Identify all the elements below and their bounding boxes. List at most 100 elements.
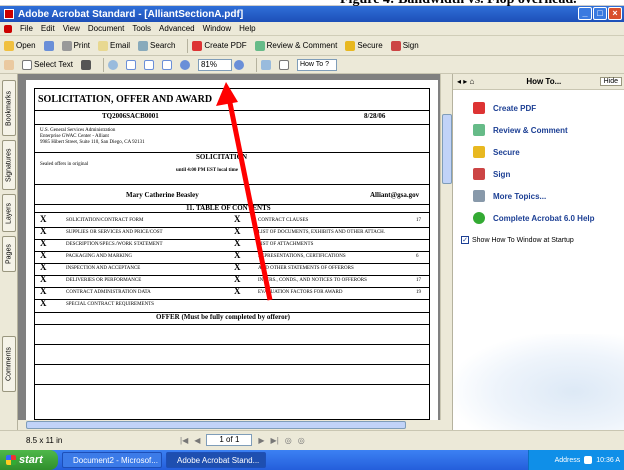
row-rule	[34, 251, 430, 252]
form-title: SOLICITATION, OFFER AND AWARD	[38, 94, 213, 105]
select-text-button[interactable]: Select Text	[22, 59, 73, 70]
toc-left-item: DELIVERIES OR PERFORMANCE	[66, 278, 142, 283]
menu-help[interactable]: Help	[235, 24, 259, 33]
open-button[interactable]: Open	[4, 40, 36, 51]
offer-title: OFFER (Must be fully completed by offero…	[156, 313, 291, 321]
row-rule	[34, 227, 430, 228]
tab-comments[interactable]: Comments	[2, 336, 16, 392]
comment-icon	[473, 124, 485, 136]
review-comment-button[interactable]: Review & Comment	[254, 40, 337, 51]
pdf-page: SOLICITATION, OFFER AND AWARD TQ2006SACB…	[26, 80, 438, 420]
rotate-button[interactable]	[260, 59, 271, 70]
horizontal-scrollbar[interactable]	[18, 420, 452, 430]
next-page-button[interactable]: ▶	[258, 436, 264, 445]
menu-file[interactable]: File	[16, 24, 37, 33]
fit-width-button[interactable]	[161, 59, 172, 70]
maximize-button[interactable]: □	[593, 7, 607, 20]
page-number-field[interactable]: 1 of 1	[206, 434, 253, 446]
toc-left-item: CONTRACT ADMINISTRATION DATA	[66, 290, 151, 295]
show-at-startup[interactable]: ✓ Show How To Window at Startup	[461, 236, 574, 244]
issued-by-line3: 9985 Hibert Street, Suite 110, San Diego…	[40, 140, 145, 145]
contact-email: Alliant@gsa.gov	[370, 191, 420, 199]
menu-edit[interactable]: Edit	[37, 24, 59, 33]
scroll-thumb[interactable]	[442, 114, 452, 184]
hide-button[interactable]: Hide	[599, 77, 622, 86]
menu-bar: File Edit View Document Tools Advanced W…	[0, 22, 624, 36]
zoom-in-button[interactable]	[233, 59, 244, 70]
tab-signatures[interactable]: Signatures	[2, 140, 16, 190]
row-rule	[34, 275, 430, 276]
text-cursor-icon	[22, 59, 32, 70]
startup-label: Show How To Window at Startup	[472, 236, 574, 244]
title-bar: Adobe Acrobat Standard - [AlliantSection…	[0, 6, 624, 22]
tab-bookmarks[interactable]: Bookmarks	[2, 80, 16, 136]
topics-icon	[473, 190, 485, 202]
tab-pages[interactable]: Pages	[2, 236, 16, 272]
tab-layers[interactable]: Layers	[2, 194, 16, 232]
row-rule	[34, 239, 430, 240]
zoom-tool-button[interactable]	[107, 59, 118, 70]
pen-icon	[473, 168, 485, 180]
address-label: Address	[554, 456, 581, 464]
scroll-thumb[interactable]	[26, 421, 406, 429]
how-to-title: How To...	[526, 77, 562, 86]
status-bar: 8.5 x 11 in |◀ ◀ 1 of 1 ▶ ▶| ◎ ◎	[0, 430, 624, 450]
create-pdf-button[interactable]: Create PDF	[192, 40, 247, 51]
task-word-document[interactable]: Document2 - Microsof...	[62, 452, 162, 468]
search-button[interactable]: Search	[138, 40, 175, 51]
rule	[34, 184, 430, 185]
vertical-scrollbar[interactable]	[440, 74, 452, 420]
back-button[interactable]: ◂ ▸ ⌂	[457, 77, 474, 86]
next-view-button[interactable]: ◎	[298, 436, 305, 445]
close-button[interactable]: ×	[608, 7, 622, 20]
date-issued: 8/28/06	[364, 112, 386, 120]
how-to-review-comment[interactable]: Review & Comment	[473, 124, 568, 136]
menu-view[interactable]: View	[59, 24, 84, 33]
how-to-dropdown[interactable]: How To ?	[296, 58, 337, 71]
startup-checkbox[interactable]: ✓	[461, 236, 469, 244]
last-page-button[interactable]: ▶|	[271, 436, 279, 445]
envelope-icon	[98, 40, 109, 51]
how-to-complete-help[interactable]: Complete Acrobat 6.0 Help	[473, 212, 595, 224]
email-button[interactable]: Email	[98, 40, 130, 51]
rule	[34, 212, 430, 213]
menu-tools[interactable]: Tools	[128, 24, 155, 33]
pen-icon	[390, 40, 401, 51]
rule	[34, 324, 430, 325]
how-to-more-topics[interactable]: More Topics...	[473, 190, 546, 202]
toolbar-separator	[102, 57, 104, 72]
sign-button[interactable]: Sign	[390, 40, 419, 51]
document-view[interactable]: SOLICITATION, OFFER AND AWARD TQ2006SACB…	[18, 74, 450, 420]
menu-advanced[interactable]: Advanced	[155, 24, 199, 33]
previous-page-button[interactable]: ◀	[194, 436, 200, 445]
toc-right-item: REPRESENTATIONS, CERTIFICATIONS	[258, 254, 346, 259]
save-button[interactable]	[43, 40, 54, 51]
previous-view-button[interactable]: ◎	[285, 436, 292, 445]
zoom-level-field[interactable]: 81%	[197, 58, 232, 71]
how-to-secure[interactable]: Secure	[473, 146, 520, 158]
print-button[interactable]: Print	[61, 40, 90, 51]
snapshot-button[interactable]	[80, 59, 91, 70]
page-size: 8.5 x 11 in	[26, 436, 63, 445]
how-to-sign[interactable]: Sign	[473, 168, 510, 180]
menu-document[interactable]: Document	[84, 24, 128, 33]
toc-left-item: INSPECTION AND ACCEPTANCE	[66, 266, 141, 271]
toc-right-page: 17	[416, 218, 421, 223]
toc-left-item: DESCRIPTION/SPECS./WORK STATEMENT	[66, 242, 163, 247]
hand-tool-button[interactable]	[4, 59, 14, 70]
actual-size-button[interactable]	[125, 59, 136, 70]
row-rule	[34, 287, 430, 288]
fit-page-button[interactable]	[143, 59, 154, 70]
rule	[34, 344, 430, 345]
zoom-out-button[interactable]	[179, 59, 190, 70]
task-acrobat[interactable]: Adobe Acrobat Stand...	[166, 452, 266, 468]
minimize-button[interactable]: _	[578, 7, 592, 20]
how-to-create-pdf[interactable]: Create PDF	[473, 102, 536, 114]
first-page-button[interactable]: |◀	[180, 436, 188, 445]
secure-button[interactable]: Secure	[345, 40, 383, 51]
toc-right-item: EVALUATION FACTORS FOR AWARD	[258, 290, 343, 295]
single-page-button[interactable]	[278, 59, 289, 70]
navigation-tabs: Bookmarks Signatures Layers Pages Commen…	[0, 74, 18, 440]
menu-window[interactable]: Window	[199, 24, 235, 33]
start-button[interactable]: start	[0, 450, 58, 470]
